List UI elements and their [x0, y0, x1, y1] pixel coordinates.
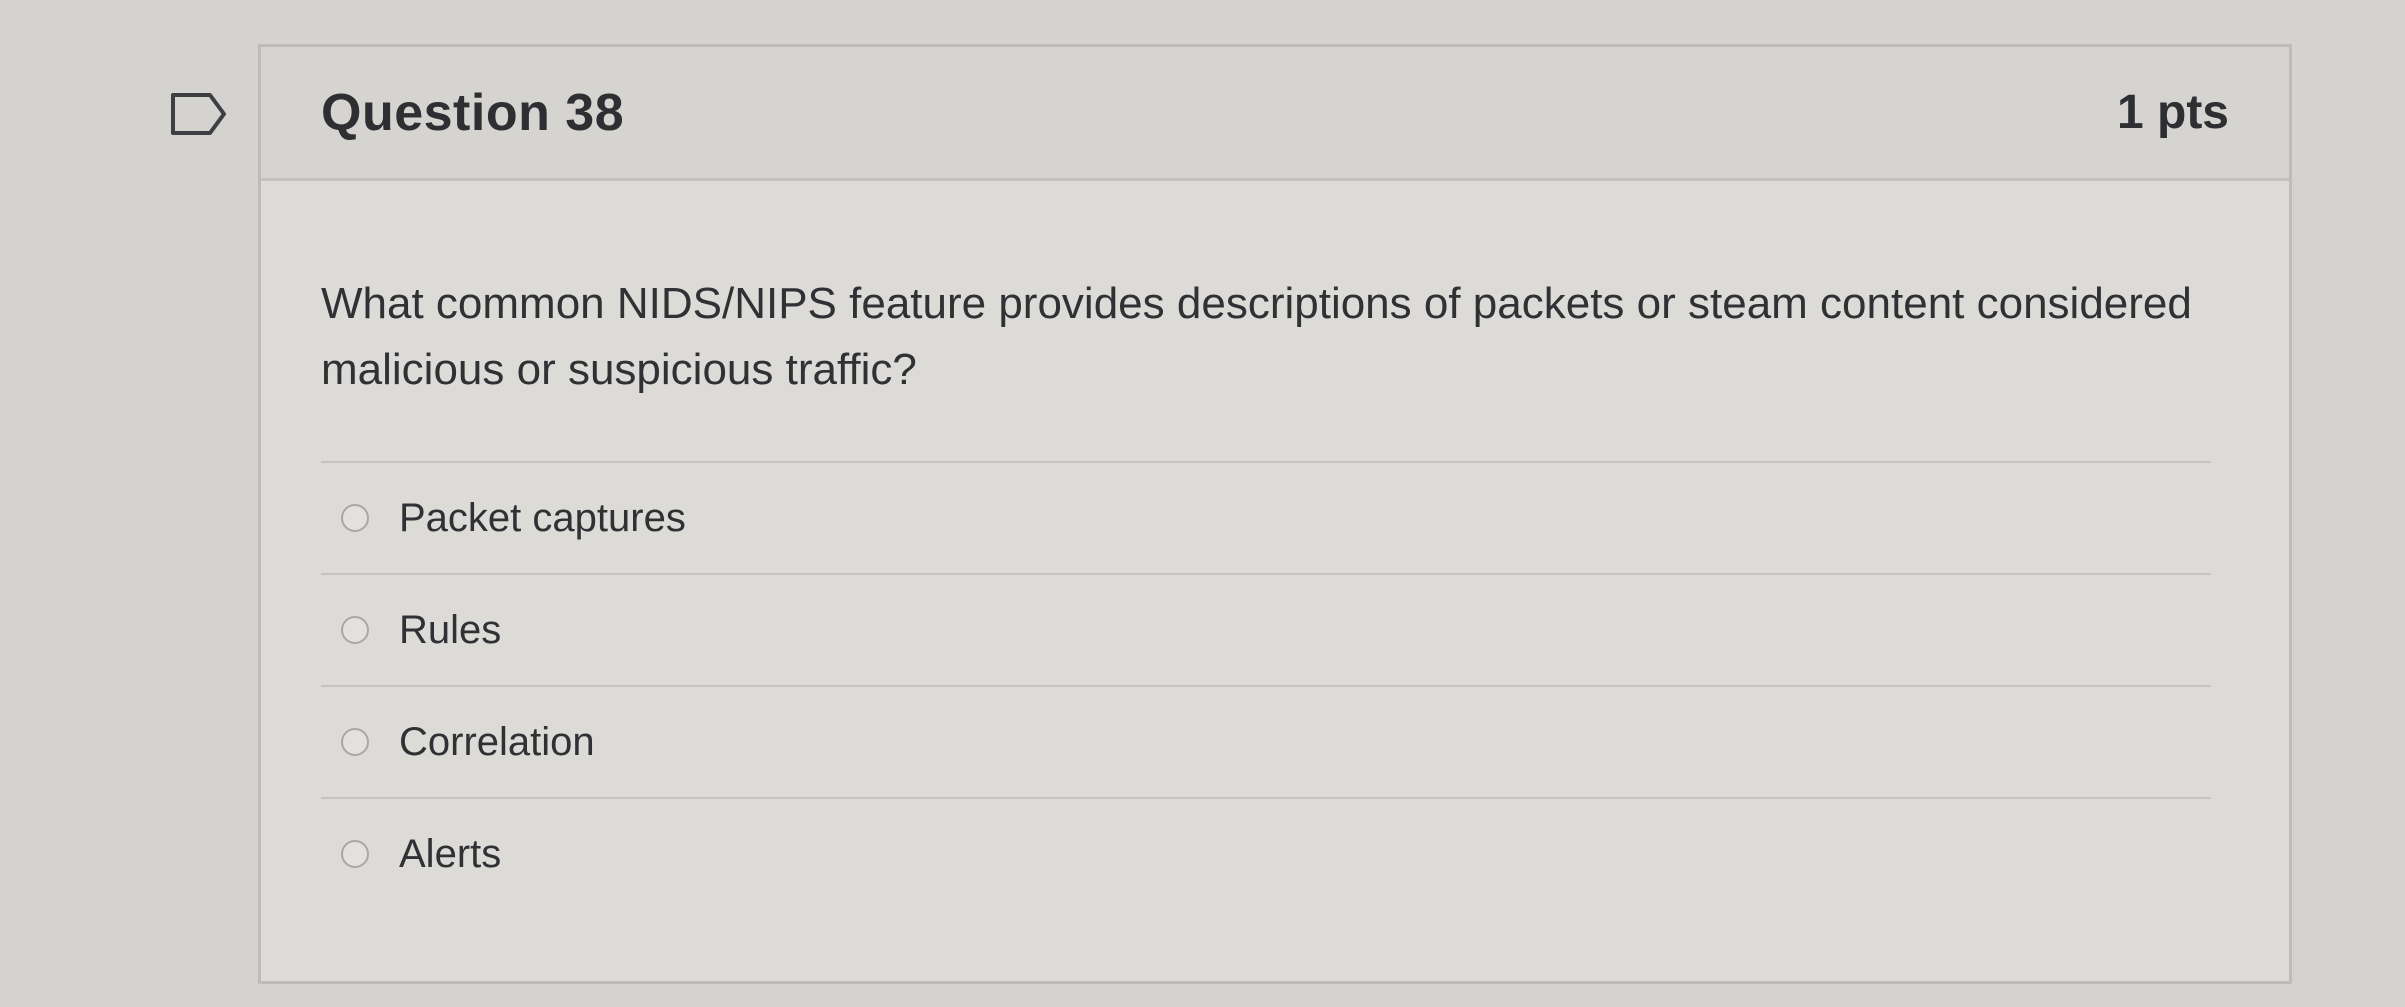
answer-option[interactable]: Correlation — [321, 685, 2211, 797]
question-header: Question 38 1 pts — [261, 47, 2289, 181]
question-body: What common NIDS/NIPS feature provides d… — [261, 181, 2289, 909]
question-text: What common NIDS/NIPS feature provides d… — [321, 279, 2192, 394]
question-points: 1 pts — [2116, 86, 2229, 139]
answer-option[interactable]: Rules — [321, 573, 2211, 685]
question-title: Question 38 — [321, 83, 625, 142]
radio-button[interactable] — [341, 616, 369, 644]
answer-label: Alerts — [399, 831, 502, 876]
answer-label: Rules — [399, 607, 502, 652]
answer-list: Packet captures Rules Correlation Alerts — [321, 461, 2211, 909]
answer-option[interactable]: Packet captures — [321, 461, 2211, 573]
flag-question-icon[interactable] — [170, 92, 228, 136]
answer-label: Packet captures — [399, 495, 686, 540]
radio-button[interactable] — [341, 504, 369, 532]
question-card: Question 38 1 pts What common NIDS/NIPS … — [258, 44, 2292, 984]
answer-option[interactable]: Alerts — [321, 797, 2211, 909]
radio-button[interactable] — [341, 728, 369, 756]
radio-button[interactable] — [341, 840, 369, 868]
answer-label: Correlation — [399, 719, 595, 764]
